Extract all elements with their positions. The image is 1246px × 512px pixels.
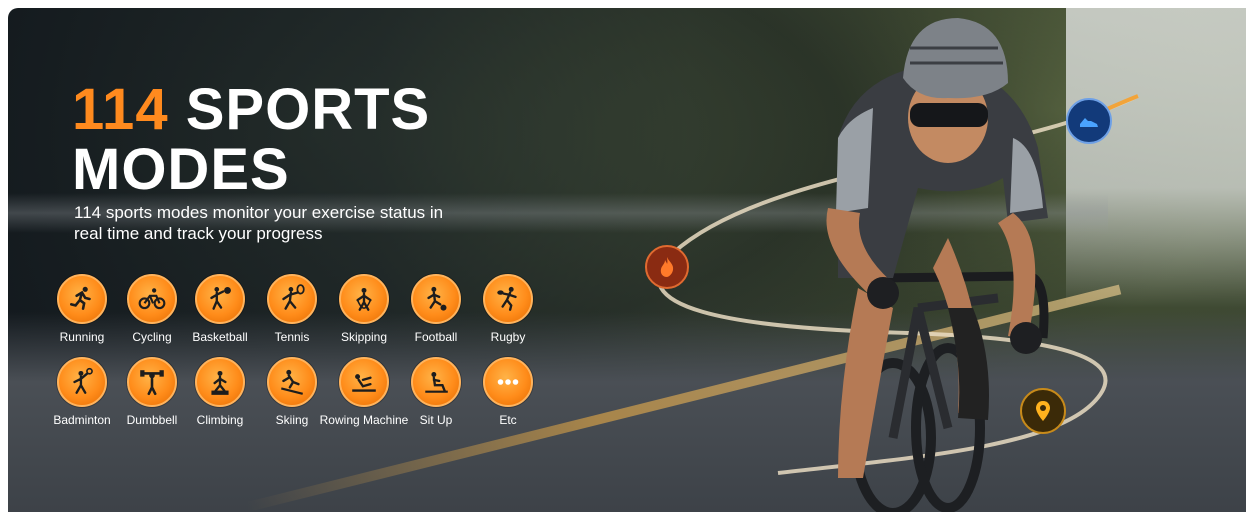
sport-mode-football: Football: [398, 274, 474, 344]
sport-mode-rugby: Rugby: [470, 274, 546, 344]
sport-mode-label: Rugby: [490, 330, 526, 344]
headline-number: 114: [72, 77, 169, 142]
skiing-icon: [267, 357, 317, 407]
sport-mode-skipping: Skipping: [326, 274, 402, 344]
rowing-machine-icon: [339, 357, 389, 407]
shoe-icon: [1066, 98, 1112, 144]
sport-mode-tennis: Tennis: [254, 274, 330, 344]
sport-mode-label: Etc: [499, 413, 517, 427]
sport-mode-label: Badminton: [53, 413, 111, 427]
cyclist-image: [826, 18, 1049, 512]
sit-up-icon: [411, 357, 461, 407]
basketball-icon: [195, 274, 245, 324]
skipping-icon: [339, 274, 389, 324]
cycling-icon: [127, 274, 177, 324]
sport-mode-label: Tennis: [274, 330, 310, 344]
sport-mode-label: Cycling: [132, 330, 172, 344]
dumbbell-icon: [127, 357, 177, 407]
running-icon: [57, 274, 107, 324]
sport-mode-running: Running: [44, 274, 120, 344]
subtitle: 114 sports modes monitor your exercise s…: [74, 203, 444, 243]
headline-word-sports: SPORTS: [185, 77, 431, 142]
badminton-icon: [57, 357, 107, 407]
rugby-icon: [483, 274, 533, 324]
sport-mode-climbing: Climbing: [182, 357, 258, 427]
sport-mode-more-dots: Etc: [470, 357, 546, 427]
sport-mode-badminton: Badminton: [44, 357, 120, 427]
sport-mode-cycling: Cycling: [114, 274, 190, 344]
tennis-icon: [267, 274, 317, 324]
headline: 114 SPORTS MODES: [72, 80, 430, 200]
sport-mode-label: Dumbbell: [126, 413, 178, 427]
sport-mode-label: Football: [414, 330, 458, 344]
hero-banner: 114 SPORTS MODES 114 sports modes monito…: [8, 8, 1246, 512]
flame-icon: [645, 245, 689, 289]
sport-mode-sit-up: Sit Up: [398, 357, 474, 427]
sport-mode-label: Basketball: [192, 330, 248, 344]
sport-mode-label: Skipping: [340, 330, 388, 344]
sport-mode-basketball: Basketball: [182, 274, 258, 344]
climbing-icon: [195, 357, 245, 407]
sport-mode-label: Running: [59, 330, 105, 344]
sport-mode-label: Climbing: [196, 413, 244, 427]
football-icon: [411, 274, 461, 324]
sport-mode-label: Sit Up: [419, 413, 453, 427]
headline-word-modes: MODES: [72, 137, 290, 202]
sport-mode-dumbbell: Dumbbell: [114, 357, 190, 427]
location-pin-icon: [1020, 388, 1066, 434]
more-dots-icon: [483, 357, 533, 407]
